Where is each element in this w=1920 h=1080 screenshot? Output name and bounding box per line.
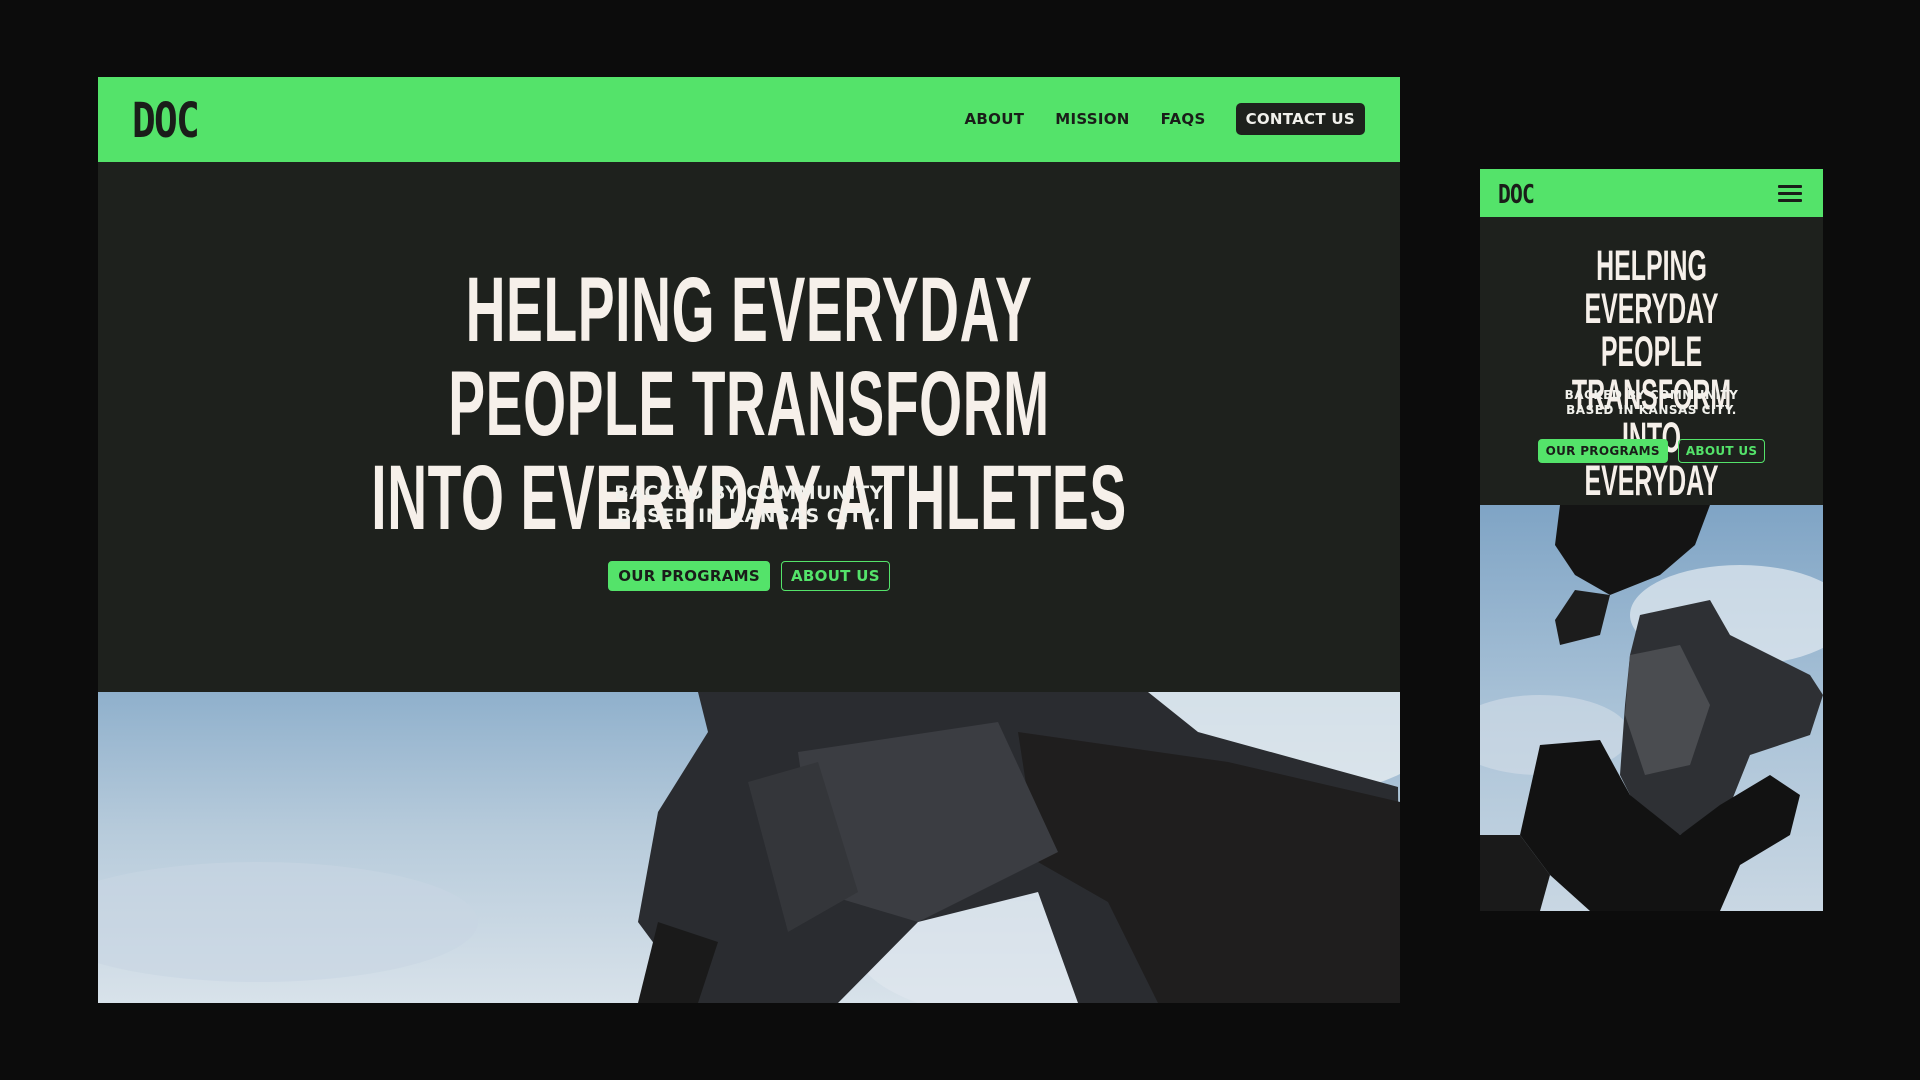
hero-athlete-photo <box>98 692 1400 1003</box>
hero-subtitle-line-2: BASED IN KANSAS CITY. <box>616 505 882 527</box>
main-nav: ABOUT MISSION FAQS CONTACT US <box>934 103 1365 135</box>
hero-subtitle-line-2: BASED IN KANSAS CITY. <box>1566 403 1737 417</box>
hero-headline-line-1: HELPING EVERYDAY PEOPLE TRANSFORM <box>448 259 1050 455</box>
hero-subtitle: BACKED BY COMMUNITY BASED IN KANSAS CITY… <box>1480 388 1823 418</box>
hero-subtitle-line-1: BACKED BY COMMUNITY <box>1564 388 1739 402</box>
desktop-mockup: DOC ABOUT MISSION FAQS CONTACT US HELPIN… <box>98 77 1400 1003</box>
hamburger-line <box>1778 199 1802 202</box>
hamburger-line <box>1778 192 1802 195</box>
about-us-button[interactable]: ABOUT US <box>781 561 890 591</box>
our-programs-button[interactable]: OUR PROGRAMS <box>1537 439 1668 463</box>
athlete-silhouette <box>98 692 1400 1003</box>
our-programs-button[interactable]: OUR PROGRAMS <box>608 561 770 591</box>
hero-buttons: OUR PROGRAMS ABOUT US <box>1480 439 1823 463</box>
hero-headline-line-1: HELPING EVERYDAY <box>1584 242 1719 333</box>
contact-us-button[interactable]: CONTACT US <box>1235 103 1365 135</box>
hero-subtitle-line-1: BACKED BY COMMUNITY <box>614 482 884 504</box>
athlete-silhouettes <box>1480 505 1823 911</box>
nav-link-about[interactable]: ABOUT <box>965 110 1025 128</box>
about-us-button[interactable]: ABOUT US <box>1677 439 1766 463</box>
hamburger-line <box>1778 185 1802 188</box>
nav-link-mission[interactable]: MISSION <box>1055 110 1129 128</box>
hamburger-icon[interactable] <box>1778 185 1802 202</box>
hero-subtitle: BACKED BY COMMUNITY BASED IN KANSAS CITY… <box>98 482 1400 528</box>
doc-logo[interactable]: DOC <box>132 93 200 149</box>
mobile-mockup: DOC HELPING EVERYDAY PEOPLE TRANSFORM IN… <box>1480 169 1823 911</box>
nav-link-faqs[interactable]: FAQS <box>1161 110 1206 128</box>
hero-athlete-photo <box>1480 505 1823 911</box>
top-navigation-bar: DOC ABOUT MISSION FAQS CONTACT US <box>98 77 1400 162</box>
mobile-top-bar: DOC <box>1480 169 1823 217</box>
doc-logo[interactable]: DOC <box>1498 180 1535 210</box>
hero-buttons: OUR PROGRAMS ABOUT US <box>98 561 1400 591</box>
